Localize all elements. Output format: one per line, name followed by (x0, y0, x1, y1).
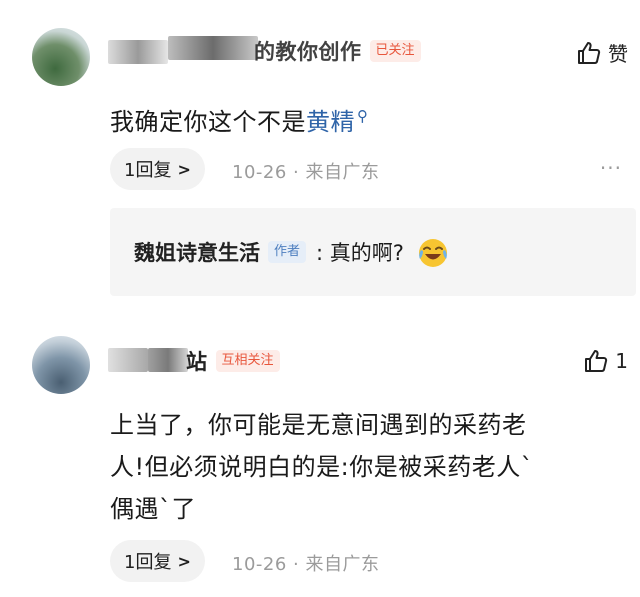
username-blur (148, 348, 188, 372)
comment-line: 偶遇`了 (110, 495, 196, 523)
like-button[interactable]: 1 (583, 348, 628, 374)
comment-2: 站 互相关注 1 上当了，你可能是无意间遇到的采药老 人!但必须说明白的是:你是… (0, 320, 640, 597)
search-icon[interactable]: ⚲ (357, 107, 369, 125)
reply-count-label: 1回复 (124, 552, 172, 573)
reply-count-button[interactable]: 1回复 > (110, 148, 205, 190)
username[interactable]: 站 (186, 346, 208, 376)
username-row: 站 互相关注 (186, 346, 280, 376)
keyword-link[interactable]: 黄精 (306, 108, 355, 136)
chevron-right-icon: > (177, 551, 191, 571)
follow-tag: 已关注 (369, 40, 421, 62)
avatar[interactable] (32, 336, 90, 394)
avatar[interactable] (32, 28, 90, 86)
reply-count-button[interactable]: 1回复 > (110, 540, 205, 582)
thumbs-up-icon (585, 350, 608, 372)
comment-text: 我确定你这个不是 (110, 108, 306, 136)
thumbs-up-icon (578, 41, 601, 64)
mutual-follow-tag: 互相关注 (215, 350, 280, 372)
username-blur (108, 40, 168, 64)
comment-meta: 10-26 · 来自广东 (232, 554, 380, 575)
like-button[interactable]: 赞 (576, 38, 628, 67)
username-blur (168, 36, 258, 60)
sub-reply-text: : 真的啊? (316, 241, 404, 265)
reply-count-label: 1回复 (124, 160, 172, 181)
sub-reply[interactable]: 魏姐诗意生活 作者 : 真的啊? (110, 208, 636, 296)
chevron-right-icon: > (177, 159, 191, 179)
username-blur (108, 348, 148, 372)
like-count: 1 (615, 349, 628, 373)
comment-1: 的教你创作 已关注 赞 我确定你这个不是黄精 ⚲ 1回复 > 10-26 · 来自… (0, 0, 640, 310)
comment-line: 人!但必须说明白的是:你是被采药老人` (110, 453, 534, 481)
comment-line: 上当了，你可能是无意间遇到的采药老 (110, 411, 527, 439)
more-options-icon[interactable]: ··· (600, 156, 622, 180)
author-tag: 作者 (268, 241, 307, 263)
username[interactable]: 的教你创作 (254, 36, 362, 66)
comment-content: 上当了，你可能是无意间遇到的采药老 人!但必须说明白的是:你是被采药老人` 偶遇… (110, 404, 533, 530)
comment-meta: 10-26 · 来自广东 (232, 162, 380, 183)
username-row: 的教你创作 已关注 (254, 36, 421, 66)
laughing-tears-emoji-icon (418, 239, 447, 267)
sub-reply-username[interactable]: 魏姐诗意生活 (134, 237, 260, 267)
like-label: 赞 (608, 42, 628, 66)
comment-content: 我确定你这个不是黄精 ⚲ (110, 96, 369, 142)
